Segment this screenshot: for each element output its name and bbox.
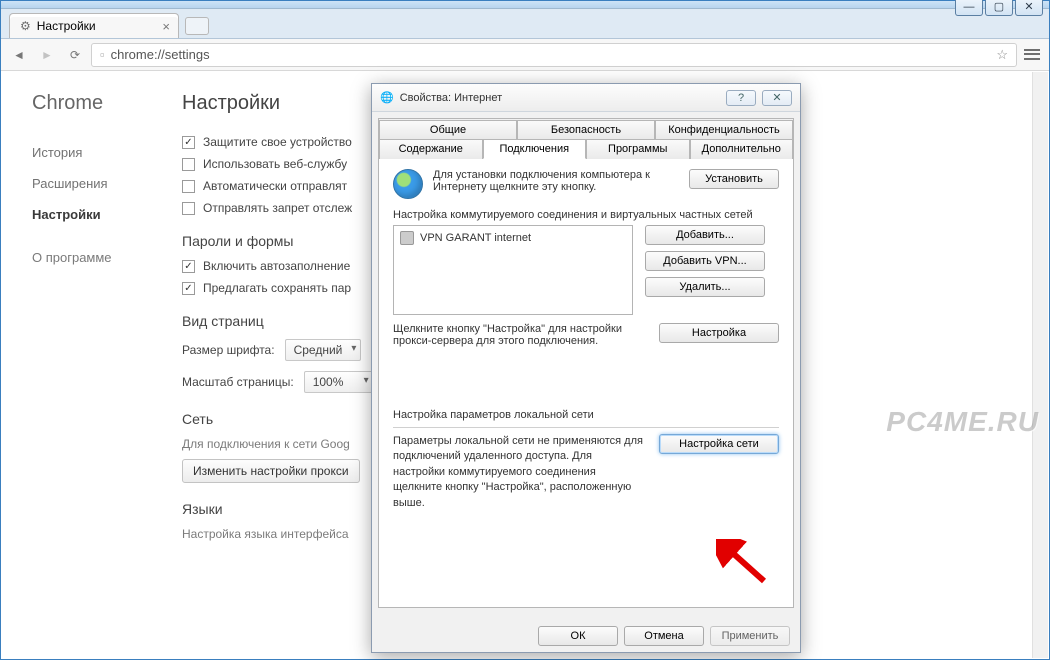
new-tab-button[interactable]: [185, 17, 209, 35]
setup-text: Для установки подключения компьютера к И…: [433, 169, 679, 193]
dialog-help-button[interactable]: ?: [726, 90, 756, 106]
chrome-brand: Chrome: [32, 92, 162, 115]
checkbox-icon[interactable]: [182, 180, 195, 193]
gear-icon: ⚙: [20, 19, 31, 33]
tab-connections[interactable]: Подключения: [483, 139, 587, 159]
tab-title: Настройки: [37, 19, 96, 33]
browser-toolbar: ◄ ► ⟳ ▫ chrome://settings ☆: [1, 39, 1049, 71]
ok-button[interactable]: ОК: [538, 626, 618, 646]
window-close[interactable]: ✕: [1015, 0, 1043, 16]
page-zoom-select[interactable]: 100%: [304, 371, 374, 393]
dialog-title: Свойства: Интернет: [400, 92, 502, 104]
dialup-heading: Настройка коммутируемого соединения и ви…: [393, 209, 779, 221]
tab-security[interactable]: Безопасность: [517, 120, 655, 139]
page-icon: ▫: [100, 47, 105, 62]
list-item-label: VPN GARANT internet: [420, 232, 531, 244]
page-zoom-label: Масштаб страницы:: [182, 375, 294, 389]
tab-privacy[interactable]: Конфиденциальность: [655, 120, 793, 139]
privacy-label-2: Автоматически отправлят: [203, 179, 347, 193]
font-size-label: Размер шрифта:: [182, 343, 275, 357]
internet-properties-dialog: 🌐 Свойства: Интернет ? ✕ Общие Безопасно…: [371, 83, 801, 653]
globe-icon: 🌐: [380, 91, 394, 104]
sidebar-about[interactable]: О программе: [32, 250, 162, 265]
proxy-hint: Щелкните кнопку "Настройка" для настройк…: [393, 323, 647, 347]
privacy-label-1: Использовать веб-службу: [203, 157, 347, 171]
apply-button[interactable]: Применить: [710, 626, 790, 646]
vpn-icon: [400, 231, 414, 245]
lan-text: Параметры локальной сети не применяются …: [393, 434, 647, 511]
window-minimize[interactable]: —: [955, 0, 983, 16]
passwords-label-1: Предлагать сохранять пар: [203, 281, 351, 295]
window-titlebar: — ▢ ✕: [1, 1, 1049, 9]
checkbox-icon[interactable]: [182, 158, 195, 171]
watermark: PC4ME.RU: [886, 406, 1039, 438]
checkbox-icon[interactable]: ✓: [182, 260, 195, 273]
settings-sidebar: Chrome История Расширения Настройки О пр…: [32, 92, 162, 549]
setup-button[interactable]: Установить: [689, 169, 779, 189]
browser-tab[interactable]: ⚙ Настройки ×: [9, 13, 179, 38]
tab-close-icon[interactable]: ×: [162, 19, 170, 34]
back-button[interactable]: ◄: [7, 43, 31, 67]
cancel-button[interactable]: Отмена: [624, 626, 704, 646]
omnibox-text: chrome://settings: [111, 47, 210, 62]
forward-button[interactable]: ►: [35, 43, 59, 67]
change-proxy-button[interactable]: Изменить настройки прокси: [182, 459, 360, 483]
checkbox-icon[interactable]: ✓: [182, 136, 195, 149]
connections-listbox[interactable]: VPN GARANT internet: [393, 225, 633, 315]
checkbox-icon[interactable]: ✓: [182, 282, 195, 295]
proxy-settings-button[interactable]: Настройка: [659, 323, 779, 343]
dialog-tabset: Общие Безопасность Конфиденциальность Со…: [378, 118, 794, 608]
tab-content[interactable]: Содержание: [379, 139, 483, 159]
dialog-titlebar[interactable]: 🌐 Свойства: Интернет ? ✕: [372, 84, 800, 112]
tab-general[interactable]: Общие: [379, 120, 517, 139]
font-size-select[interactable]: Средний: [285, 339, 362, 361]
lan-heading: Настройка параметров локальной сети: [393, 409, 779, 421]
delete-button[interactable]: Удалить...: [645, 277, 765, 297]
add-button[interactable]: Добавить...: [645, 225, 765, 245]
list-item[interactable]: VPN GARANT internet: [397, 229, 629, 247]
tab-programs[interactable]: Программы: [586, 139, 690, 159]
checkbox-icon[interactable]: [182, 202, 195, 215]
sidebar-item-extensions[interactable]: Расширения: [32, 168, 162, 199]
passwords-label-0: Включить автозаполнение: [203, 259, 350, 273]
bookmark-star-icon[interactable]: ☆: [996, 47, 1008, 63]
omnibox[interactable]: ▫ chrome://settings ☆: [91, 43, 1017, 67]
add-vpn-button[interactable]: Добавить VPN...: [645, 251, 765, 271]
reload-button[interactable]: ⟳: [63, 43, 87, 67]
tab-advanced[interactable]: Дополнительно: [690, 139, 794, 159]
lan-settings-button[interactable]: Настройка сети: [659, 434, 779, 454]
privacy-label-3: Отправлять запрет отслеж: [203, 201, 352, 215]
chrome-menu-button[interactable]: [1021, 45, 1043, 65]
internet-globe-icon: [393, 169, 423, 199]
dialog-close-button[interactable]: ✕: [762, 90, 792, 106]
viewport-scrollbar[interactable]: [1032, 72, 1048, 658]
dialog-footer: ОК Отмена Применить: [372, 626, 800, 646]
sidebar-item-settings[interactable]: Настройки: [32, 199, 162, 230]
tab-strip: ⚙ Настройки ×: [1, 9, 1049, 39]
divider: [393, 427, 779, 428]
sidebar-item-history[interactable]: История: [32, 137, 162, 168]
window-maximize[interactable]: ▢: [985, 0, 1013, 16]
tab-content-connections: Для установки подключения компьютера к И…: [379, 159, 793, 603]
privacy-label-0: Защитите свое устройство: [203, 135, 352, 149]
